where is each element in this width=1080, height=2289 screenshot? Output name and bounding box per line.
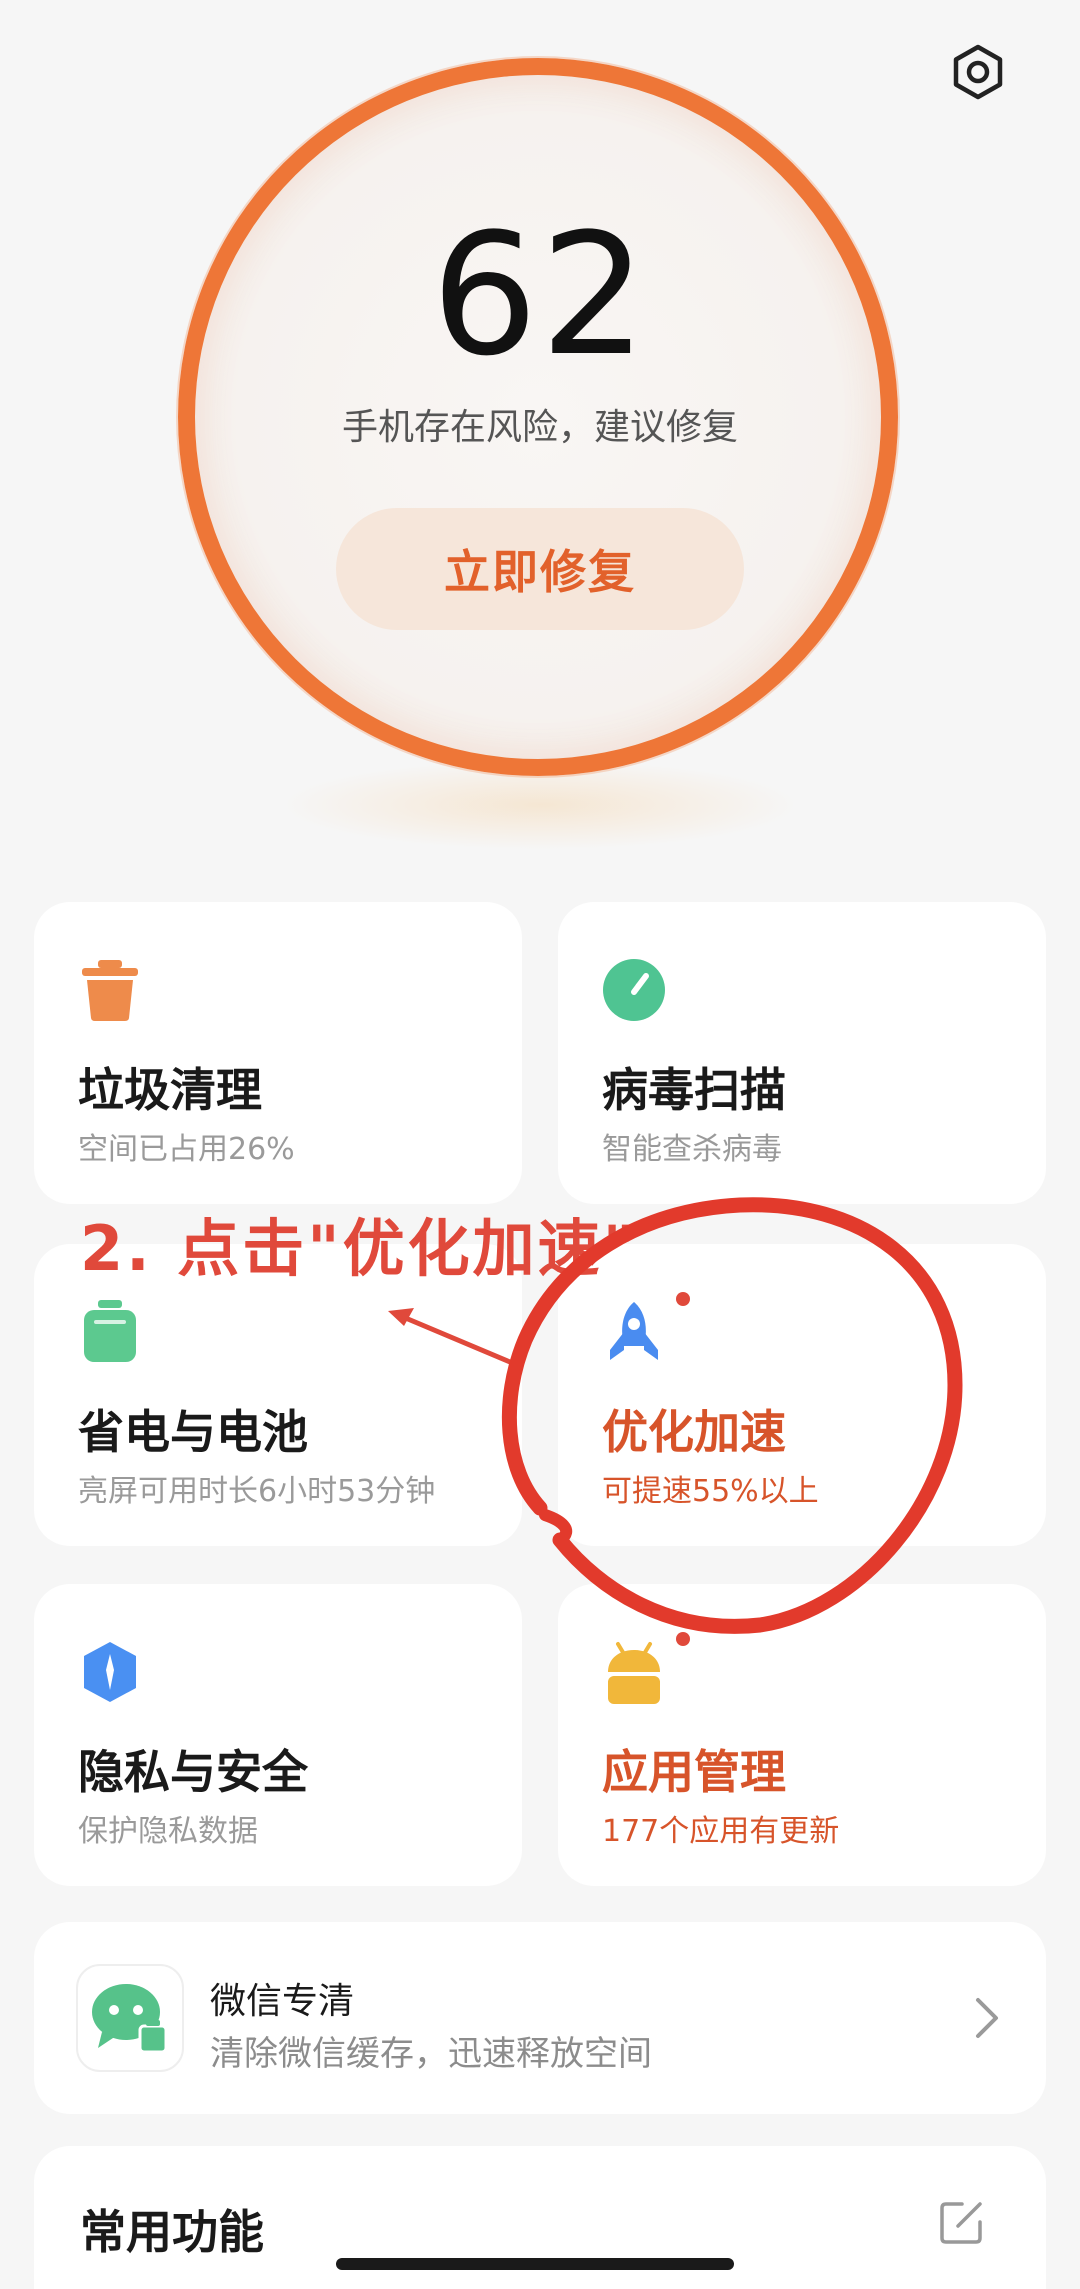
wechat-clean-icon [76,1964,184,2072]
card-subtitle: 亮屏可用时长6小时53分钟 [78,1474,436,1509]
settings-button[interactable] [946,40,1010,104]
android-icon [608,1642,660,1704]
card-title: 省电与电池 [78,1405,308,1459]
card-title: 应用管理 [602,1745,786,1799]
notification-dot [676,1292,690,1306]
rocket-icon [610,1302,658,1360]
wechat-clean-row[interactable]: 微信专清 清除微信缓存，迅速释放空间 [34,1922,1046,2114]
trash-icon [82,960,138,1021]
health-score: 62 [431,197,649,393]
card-title: 隐私与安全 [78,1745,308,1799]
card-subtitle: 177个应用有更新 [602,1814,840,1849]
card-optimize-speed[interactable]: 优化加速 可提速55%以上 [558,1244,1046,1546]
battery-icon [84,1300,136,1362]
edit-icon[interactable] [938,2198,986,2246]
card-title: 优化加速 [602,1405,786,1459]
card-title: 垃圾清理 [78,1063,262,1117]
settings-hex-icon [953,44,1003,100]
wechat-clean-title: 微信专清 [210,1981,355,2022]
chevron-right-icon [976,1998,998,2038]
card-title: 病毒扫描 [602,1063,786,1117]
card-subtitle: 可提速55%以上 [602,1474,819,1509]
home-indicator[interactable] [336,2258,734,2270]
card-trash-clean[interactable]: 垃圾清理 空间已占用26% [34,902,522,1204]
card-battery[interactable]: 省电与电池 亮屏可用时长6小时53分钟 [34,1244,522,1546]
wechat-clean-subtitle: 清除微信缓存，迅速释放空间 [210,2034,652,2074]
card-subtitle: 保护隐私数据 [78,1814,258,1849]
card-subtitle: 智能查杀病毒 [602,1132,782,1167]
card-subtitle: 空间已占用26% [78,1132,295,1167]
common-functions-title: 常用功能 [80,2205,264,2259]
shield-privacy-icon [84,1642,136,1702]
annotation-text: 2. 点击"优化加速" [80,1212,638,1285]
score-message: 手机存在风险，建议修复 [341,407,738,448]
card-privacy-security[interactable]: 隐私与安全 保护隐私数据 [34,1584,522,1886]
virus-scan-icon [603,959,665,1021]
notification-dot [676,1632,690,1646]
fix-now-button[interactable]: 立即修复 [336,508,744,630]
card-app-management[interactable]: 应用管理 177个应用有更新 [558,1584,1046,1886]
card-virus-scan[interactable]: 病毒扫描 智能查杀病毒 [558,902,1046,1204]
